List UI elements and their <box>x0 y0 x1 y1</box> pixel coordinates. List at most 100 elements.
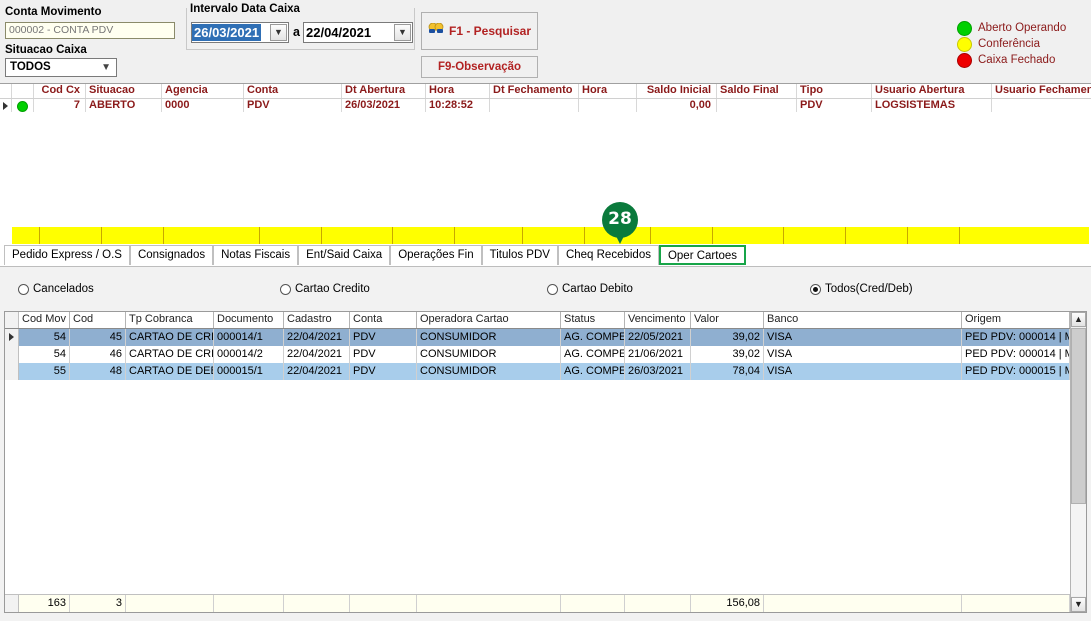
scrollbar-track[interactable] <box>1071 504 1086 596</box>
grid-corner-cell[interactable] <box>5 312 19 328</box>
radio-indicator-icon[interactable] <box>547 283 558 295</box>
tab-notas-fiscais[interactable]: Notas Fiscais <box>213 245 299 265</box>
grid-col-header[interactable]: Cadastro <box>284 312 350 328</box>
radio-todos-cred-deb[interactable]: Todos(Cred/Deb) <box>810 283 913 295</box>
oper-cartoes-panel: Cancelados Cartao Credito Cartao Debito Tod… <box>0 266 1091 621</box>
tab-ent-said-caixa[interactable]: Ent/Said Caixa <box>298 245 391 265</box>
table-cell: CARTAO DE CRE <box>126 346 214 363</box>
totals-cell: 156,08 <box>691 595 764 612</box>
table-cell: VISA <box>764 363 962 380</box>
table-cell: CONSUMIDOR <box>417 363 561 380</box>
row-indicator[interactable] <box>5 363 19 380</box>
grid-col-header[interactable]: Operadora Cartao <box>417 312 561 328</box>
table-cell: PDV <box>350 363 417 380</box>
situacao-caixa-label: Situacao Caixa <box>5 44 87 56</box>
table-row[interactable]: 54 46 CARTAO DE CRE 000014/2 22/04/2021 PDV CO… <box>5 346 1086 363</box>
radio-cartao-credito[interactable]: Cartao Credito <box>280 283 370 295</box>
legend-item-fechado: Caixa Fechado <box>957 52 1066 68</box>
radio-indicator-icon[interactable] <box>810 283 821 295</box>
tab-pedido-express-o-s[interactable]: Pedido Express / O.S <box>4 245 130 265</box>
table-cell: 55 <box>19 363 70 380</box>
scroll-up-icon[interactable]: ▲ <box>1071 312 1086 327</box>
tab-cheq-recebidos[interactable]: Cheq Recebidos <box>557 245 659 265</box>
scrollbar-thumb[interactable] <box>1071 328 1086 504</box>
grid-totals-row: 163 3 156,08 <box>5 594 1086 612</box>
table-cell: CARTAO DE DEB <box>126 363 214 380</box>
grid-col-header[interactable]: Documento <box>214 312 284 328</box>
grid-col-header[interactable]: Tp Cobranca <box>126 312 214 328</box>
table-cell: CONSUMIDOR <box>417 346 561 363</box>
caixa-row-indicator <box>0 99 12 113</box>
yellow-bar-segment <box>322 227 393 244</box>
radio-indicator-icon[interactable] <box>18 283 29 295</box>
totals-cell <box>764 595 962 612</box>
grid-col-header[interactable]: Cod Mov <box>19 312 70 328</box>
tab-opera-es-fin[interactable]: Operações Fin <box>390 245 482 265</box>
search-button[interactable]: F1 - Pesquisar <box>421 12 538 50</box>
caixa-col-header: Dt Abertura <box>342 84 426 98</box>
table-cell: 22/04/2021 <box>284 346 350 363</box>
grid-col-header[interactable]: Cod <box>70 312 126 328</box>
totals-cell <box>214 595 284 612</box>
date-from-input[interactable]: 26/03/2021 ▼ <box>191 22 289 43</box>
row-indicator[interactable] <box>5 346 19 363</box>
grid-col-header[interactable]: Origem <box>962 312 1070 328</box>
tab-consignados[interactable]: Consignados <box>129 245 214 265</box>
totals-cell <box>625 595 691 612</box>
yellow-summary-bar <box>0 225 1091 245</box>
caixa-col-header: Situacao <box>86 84 162 98</box>
legend-label: Caixa Fechado <box>978 54 1056 66</box>
table-cell: 48 <box>70 363 126 380</box>
radio-cancelados[interactable]: Cancelados <box>18 283 94 295</box>
grid-col-header[interactable]: Vencimento <box>625 312 691 328</box>
radio-cartao-debito[interactable]: Cartao Debito <box>547 283 633 295</box>
caixa-grid-header: Cod Cx Situacao Agencia Conta Dt Abertura Hor… <box>0 84 1091 99</box>
row-marker-icon <box>3 102 8 110</box>
radio-indicator-icon[interactable] <box>280 283 291 295</box>
yellow-bar-segment <box>260 227 322 244</box>
status-dot-yellow-icon <box>957 36 972 52</box>
cards-operations-grid[interactable]: Cod Mov Cod Tp Cobranca Documento Cadastro Co… <box>4 311 1087 613</box>
yellow-bar-segment <box>784 227 846 244</box>
status-dot-green-icon <box>17 101 28 112</box>
table-cell: AG. COMPENS <box>561 363 625 380</box>
caixa-cell: 0000 <box>162 99 244 113</box>
date-from-dropdown-icon[interactable]: ▼ <box>270 24 287 41</box>
row-indicator[interactable] <box>5 329 19 346</box>
table-cell: VISA <box>764 329 962 346</box>
tab-titulos-pdv[interactable]: Titulos PDV <box>481 245 558 265</box>
tab-oper-cartoes[interactable]: Oper Cartoes <box>658 245 746 265</box>
table-row[interactable]: 55 48 CARTAO DE DEB 000015/1 22/04/2021 PDV CO… <box>5 363 1086 380</box>
grid-col-header[interactable]: Conta <box>350 312 417 328</box>
yellow-bar-segment <box>523 227 585 244</box>
caixa-cell <box>717 99 797 113</box>
caixa-cell: LOGSISTEMAS <box>872 99 992 113</box>
caixa-col-header: Usuario Fechamento <box>992 84 1091 98</box>
grid-vertical-scrollbar[interactable]: ▲ ▼ <box>1070 312 1086 612</box>
yellow-bar-segment <box>164 227 260 244</box>
status-legend: Aberto Operando Conferência Caixa Fechad… <box>957 20 1066 68</box>
totals-cell <box>284 595 350 612</box>
totals-row-indicator[interactable] <box>5 595 19 612</box>
table-cell: 22/05/2021 <box>625 329 691 346</box>
situacao-caixa-value: TODOS <box>10 61 51 73</box>
observacao-button[interactable]: F9-Observação <box>421 56 538 78</box>
totals-cell <box>126 595 214 612</box>
grid-col-header[interactable]: Valor <box>691 312 764 328</box>
table-row[interactable]: 54 45 CARTAO DE CRE 000014/1 22/04/2021 PDV CO… <box>5 329 1086 346</box>
caixa-grid-row[interactable]: 7 ABERTO 0000 PDV 26/03/2021 10:28:52 0,00 PDV L… <box>0 99 1091 113</box>
table-cell: 54 <box>19 329 70 346</box>
caixa-cell: 7 <box>34 99 86 113</box>
totals-cell <box>561 595 625 612</box>
grid-col-header[interactable]: Banco <box>764 312 962 328</box>
grid-col-header[interactable]: Status <box>561 312 625 328</box>
table-cell: 22/04/2021 <box>284 329 350 346</box>
date-to-input[interactable]: 22/04/2021 ▼ <box>303 22 413 43</box>
conta-movimento-label: Conta Movimento <box>5 6 102 18</box>
caixa-col-header: Hora <box>426 84 490 98</box>
scroll-down-icon[interactable]: ▼ <box>1071 597 1086 612</box>
situacao-caixa-select[interactable]: TODOS ▼ <box>5 58 117 77</box>
search-button-label: F1 - Pesquisar <box>448 24 532 38</box>
conta-movimento-field[interactable]: 000002 - CONTA PDV <box>5 22 175 39</box>
date-to-dropdown-icon[interactable]: ▼ <box>394 24 411 41</box>
